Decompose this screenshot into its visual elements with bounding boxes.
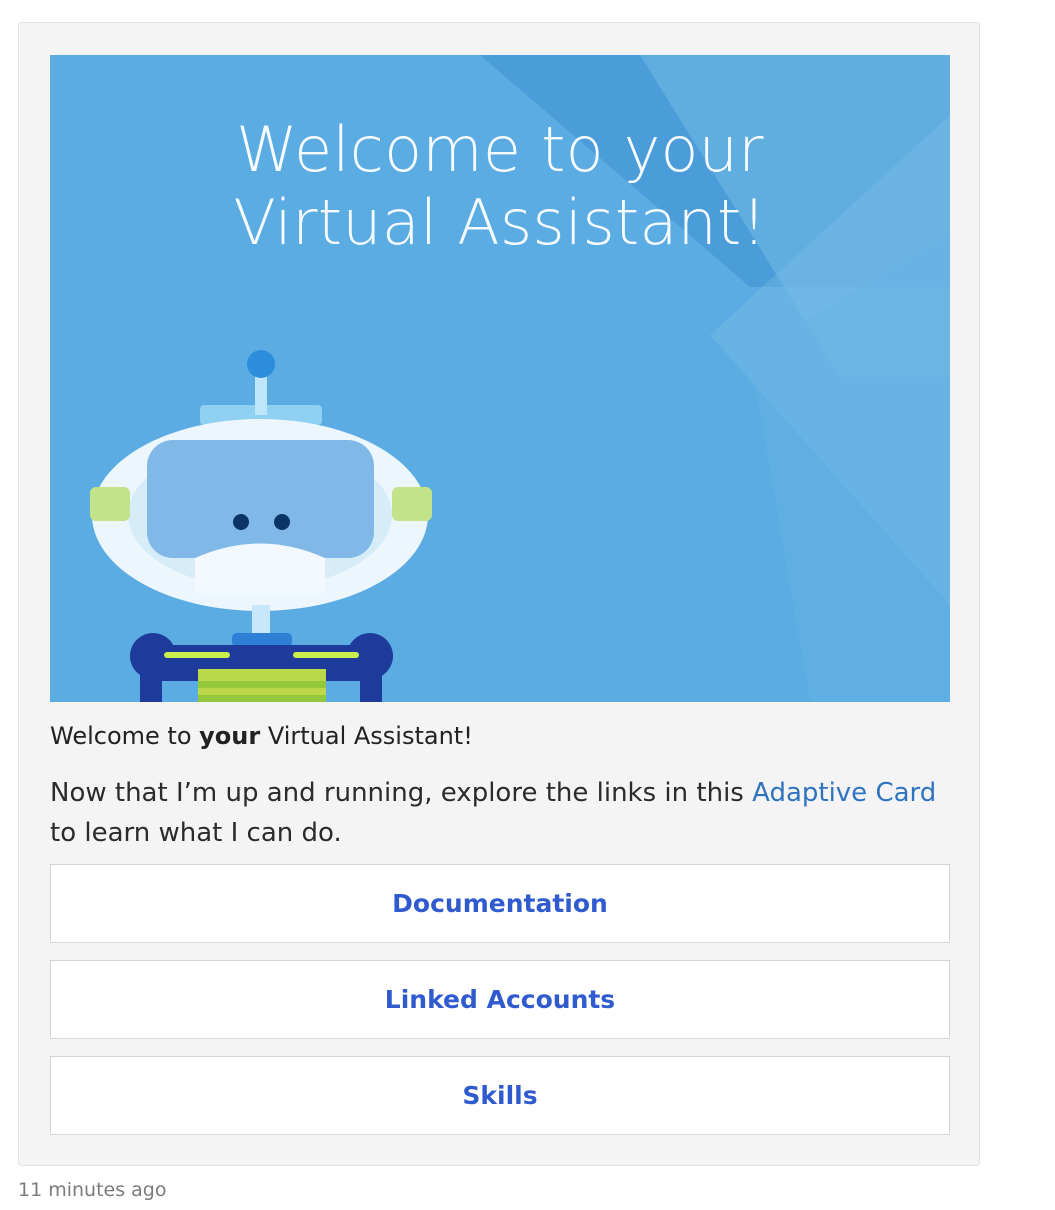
adaptive-card-link[interactable]: Adaptive Card <box>752 778 936 808</box>
card-description: Now that I’m up and running, explore the… <box>50 773 950 853</box>
hero-title: Welcome to your Virtual Assistant! <box>50 113 950 259</box>
skills-button[interactable]: Skills <box>50 1056 950 1135</box>
hero-title-line-1: Welcome to your <box>236 113 764 186</box>
hero-title-line-2: Virtual Assistant! <box>233 186 767 260</box>
hero-image: Welcome to your Virtual Assistant! <box>50 55 950 702</box>
card-title-emphasis: your <box>199 722 261 750</box>
card-description-prefix: Now that I’m up and running, explore the… <box>50 778 753 808</box>
linked-accounts-button[interactable]: Linked Accounts <box>50 960 950 1039</box>
card-title-prefix: Welcome to <box>50 722 200 750</box>
message-timestamp: 11 minutes ago <box>18 1179 167 1201</box>
welcome-card: Welcome to your Virtual Assistant! Welco… <box>18 22 980 1166</box>
card-title-suffix: Virtual Assistant! <box>260 722 473 750</box>
card-title: Welcome to your Virtual Assistant! <box>50 719 950 753</box>
documentation-button[interactable]: Documentation <box>50 864 950 943</box>
card-description-suffix: to learn what I can do. <box>50 818 342 848</box>
